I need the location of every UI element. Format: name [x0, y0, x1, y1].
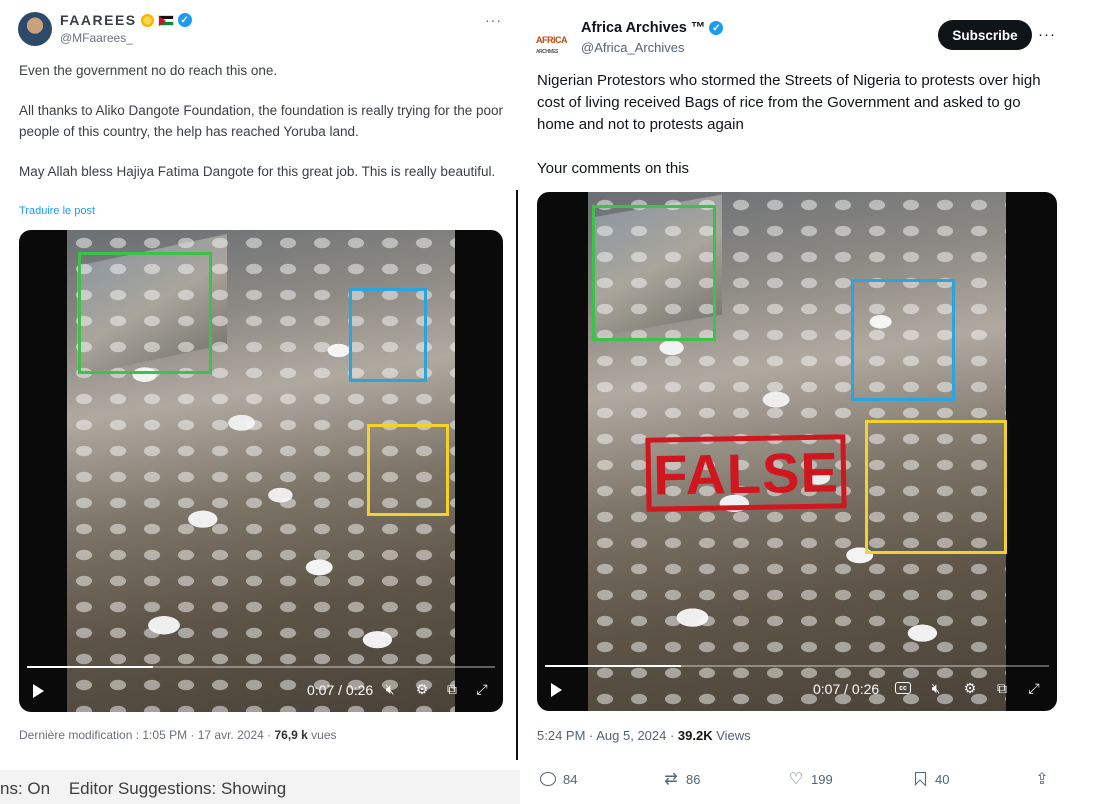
repost-icon: ⇄: [664, 771, 678, 788]
handle[interactable]: @MFaarees_: [60, 31, 133, 45]
post-meta: Dernière modification : 1:05 PM · 17 avr…: [19, 728, 337, 742]
left-post: FAAREES ✓ @MFaarees_ ··· Even the govern…: [0, 0, 516, 770]
repost-button[interactable]: ⇄ 86: [662, 770, 700, 788]
status-bar: ns: On Editor Suggestions: Showing: [0, 770, 520, 804]
post-paragraph: Nigerian Protestors who stormed the Stre…: [537, 72, 1041, 133]
fullscreen-icon[interactable]: ⤢: [1025, 679, 1043, 697]
post-paragraph: Even the government no do reach this one…: [19, 63, 278, 78]
name-row: Africa Archives ™ ✓: [581, 20, 724, 36]
verified-icon: ✓: [177, 13, 192, 27]
repost-count: 86: [686, 771, 701, 787]
verified-icon: ✓: [709, 21, 724, 35]
right-post: AFRICA ARCHIVES Africa Archives ™ ✓ @Afri…: [520, 0, 1072, 804]
video-frame[interactable]: [67, 230, 455, 712]
false-stamp: FALSE: [645, 434, 847, 512]
reply-count: 84: [563, 771, 578, 787]
like-button[interactable]: ♡ 199: [787, 770, 833, 788]
timestamp[interactable]: 5:24 PM · Aug 5, 2024 ·: [537, 728, 678, 743]
post-paragraph: Your comments on this: [537, 160, 690, 177]
blue-highlight-box: [851, 279, 955, 401]
timestamp[interactable]: Dernière modification : 1:05 PM · 17 avr…: [19, 728, 274, 742]
share-icon: ⇪: [1035, 771, 1049, 788]
views-count: 39.2K: [677, 728, 713, 743]
video-player[interactable]: 0:07 / 0:26 🔇︎ ⚙ ⧉ ⤢: [19, 230, 503, 712]
post-meta: 5:24 PM · Aug 5, 2024 · 39.2K Views: [537, 728, 751, 743]
play-icon[interactable]: [551, 683, 562, 697]
volume-mute-icon[interactable]: 🔇︎: [381, 680, 399, 698]
settings-icon[interactable]: ⚙: [961, 679, 979, 697]
reply-button[interactable]: 84: [539, 770, 577, 788]
like-icon: ♡: [788, 771, 804, 788]
post-paragraph: All thanks to Aliko Dangote Foundation, …: [19, 103, 504, 139]
fullscreen-icon[interactable]: ⤢: [473, 680, 491, 698]
post-text: Nigerian Protestors who stormed the Stre…: [537, 70, 1057, 180]
status-item[interactable]: ns: On: [0, 779, 50, 798]
post-text: Even the government no do reach this one…: [19, 60, 507, 201]
sun-emoji-icon: [140, 13, 154, 27]
yellow-highlight-box: [865, 420, 1007, 554]
handle[interactable]: @Africa_Archives: [581, 40, 685, 55]
bookmark-icon: [911, 770, 929, 788]
video-controls: 0:07 / 0:26 cc 🔇︎ ⚙ ⧉ ⤢: [537, 661, 1057, 711]
pip-icon[interactable]: ⧉: [443, 680, 461, 698]
video-time: 0:07 / 0:26: [813, 681, 880, 697]
status-item[interactable]: Editor Suggestions: Showing: [69, 779, 286, 798]
avatar[interactable]: [18, 12, 52, 46]
views-count: 76,9 k: [274, 728, 308, 742]
play-icon[interactable]: [33, 684, 44, 698]
subscribe-button[interactable]: Subscribe: [938, 20, 1032, 50]
left-post-header: FAAREES ✓ @MFaarees_ ···: [18, 10, 508, 50]
bookmark-count: 40: [935, 771, 950, 787]
video-time: 0:07 / 0:26: [307, 682, 374, 698]
yellow-highlight-box: [367, 424, 449, 516]
post-paragraph: May Allah bless Hajiya Fatima Dangote fo…: [19, 164, 496, 179]
cc-icon[interactable]: cc: [895, 682, 911, 694]
video-player[interactable]: FALSE 0:07 / 0:26 cc 🔇︎ ⚙ ⧉ ⤢: [537, 192, 1057, 711]
like-count: 199: [811, 771, 833, 787]
green-highlight-box: [78, 252, 212, 374]
more-icon[interactable]: ···: [485, 12, 502, 28]
progress-fill: [545, 665, 682, 667]
views-label: Views: [712, 728, 751, 743]
share-button[interactable]: ⇪: [1033, 770, 1051, 788]
progress-bar[interactable]: [545, 665, 1049, 667]
action-bar: 84 ⇄ 86 ♡ 199 40 ⇪: [537, 770, 1057, 794]
green-highlight-box: [592, 205, 716, 341]
bookmark-button[interactable]: 40: [911, 770, 949, 788]
progress-fill: [27, 666, 154, 668]
display-name[interactable]: Africa Archives ™: [581, 20, 705, 36]
blue-highlight-box: [349, 288, 427, 382]
pip-icon[interactable]: ⧉: [993, 679, 1011, 697]
africa-archives-logo: AFRICA ARCHIVES: [536, 35, 568, 55]
progress-bar[interactable]: [27, 666, 495, 668]
reply-icon: [539, 770, 557, 788]
avatar[interactable]: AFRICA ARCHIVES: [536, 23, 576, 63]
settings-icon[interactable]: ⚙: [413, 680, 431, 698]
video-controls: 0:07 / 0:26 🔇︎ ⚙ ⧉ ⤢: [19, 662, 503, 712]
name-row: FAAREES ✓: [60, 12, 192, 28]
translate-link[interactable]: Traduire le post: [19, 205, 95, 217]
false-stamp-label: FALSE: [652, 439, 840, 507]
volume-mute-icon[interactable]: 🔇︎: [927, 679, 945, 697]
flag-icon: [157, 14, 174, 26]
divider: [516, 190, 518, 760]
more-icon[interactable]: ···: [1038, 26, 1056, 43]
views-label: vues: [307, 728, 337, 742]
display-name[interactable]: FAAREES: [60, 12, 137, 28]
